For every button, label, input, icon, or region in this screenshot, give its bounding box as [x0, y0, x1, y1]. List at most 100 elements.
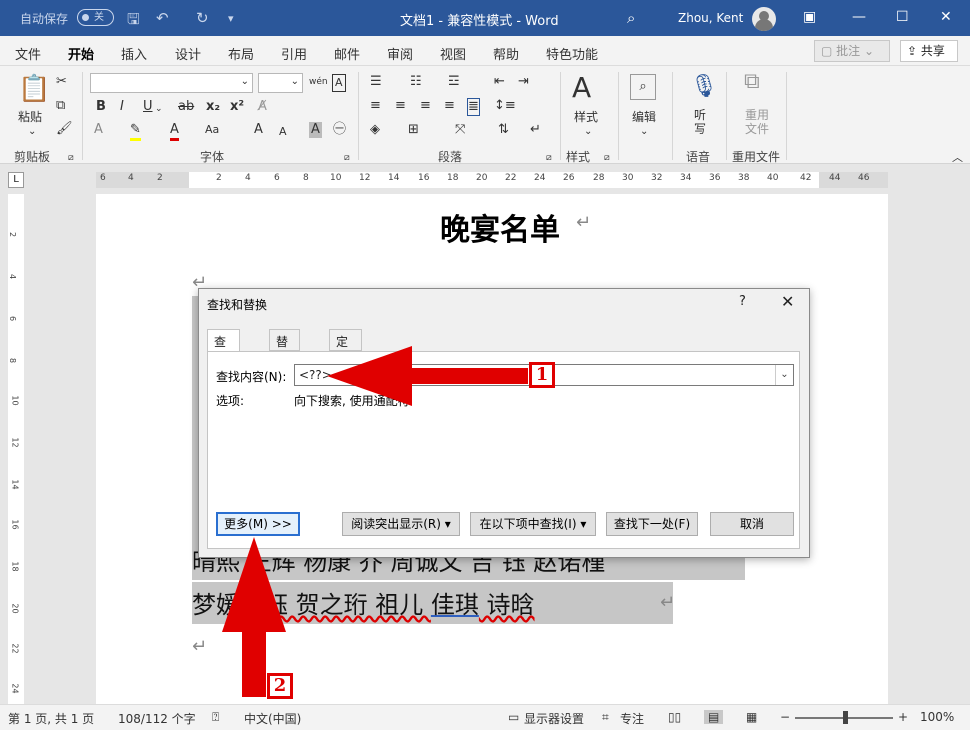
underline-dropdown-icon[interactable]: ⌄	[155, 101, 163, 117]
zoom-slider-thumb[interactable]	[843, 711, 848, 724]
tab-selector[interactable]: L	[8, 172, 24, 188]
undo-icon[interactable]: ↶	[156, 9, 169, 27]
subscript-button[interactable]: x₂	[206, 99, 220, 115]
close-icon[interactable]: ✕	[940, 9, 952, 25]
styles-dropdown-icon[interactable]: ⌄	[584, 124, 592, 140]
distributed-icon[interactable]: ≣	[467, 98, 480, 116]
decrease-indent-icon[interactable]: ⇤	[494, 74, 505, 90]
character-border-icon[interactable]: A	[332, 74, 346, 92]
comment-button[interactable]: ▢ 批注 ⌄	[814, 40, 890, 62]
paste-icon[interactable]: 📋	[18, 74, 50, 104]
clear-formatting-icon[interactable]: A̸	[258, 99, 267, 115]
focus-label[interactable]: 专注	[620, 710, 644, 727]
tab-find[interactable]: 查找(D)	[207, 329, 240, 381]
zoom-in-icon[interactable]: +	[898, 710, 908, 724]
show-marks-icon[interactable]: ↵	[530, 122, 541, 138]
reuse-files-label[interactable]: 重用文件	[744, 108, 770, 136]
reading-highlight-button[interactable]: 阅读突出显示(R) ▾	[342, 512, 460, 536]
display-settings-label[interactable]: 显示器设置	[524, 710, 584, 727]
edit-dropdown-icon[interactable]: ⌄	[640, 124, 648, 140]
user-name[interactable]: Zhou, Kent	[678, 11, 743, 25]
zoom-out-icon[interactable]: −	[780, 710, 790, 724]
dialog-close-button[interactable]: ✕	[781, 292, 794, 311]
word-count[interactable]: 108/112 个字	[118, 710, 196, 727]
page-count[interactable]: 第 1 页, 共 1 页	[8, 710, 94, 727]
dictate-label[interactable]: 听写	[693, 108, 707, 136]
microphone-icon[interactable]: 🎙	[690, 72, 718, 102]
grow-font-button[interactable]: A	[254, 122, 263, 138]
bullets-icon[interactable]: ☰	[370, 74, 382, 90]
more-button[interactable]: 更多(M) >>	[216, 512, 300, 536]
tab-references[interactable]: 引用	[281, 44, 307, 63]
shading-icon[interactable]: ◈	[370, 122, 380, 138]
borders-icon[interactable]: ⊞	[408, 122, 419, 138]
tab-review[interactable]: 审阅	[387, 44, 413, 63]
shrink-font-button[interactable]: A	[279, 124, 287, 140]
tab-layout[interactable]: 布局	[228, 44, 254, 63]
highlight-icon[interactable]: ✎	[130, 122, 141, 141]
paste-dropdown-icon[interactable]: ⌄	[28, 124, 36, 140]
tab-design[interactable]: 设计	[175, 44, 201, 63]
numbering-icon[interactable]: ☷	[410, 74, 422, 90]
text-effects-icon[interactable]: A	[94, 122, 103, 138]
horizontal-ruler[interactable]: 6 4 2 2 4 6 8 10 12 14 16 18 20 22 24 26…	[96, 172, 888, 188]
increase-indent-icon[interactable]: ⇥	[518, 74, 529, 90]
web-layout-icon[interactable]: ▦	[746, 710, 757, 724]
cut-icon[interactable]: ✂	[56, 74, 67, 90]
search-icon[interactable]: ⌕	[627, 9, 635, 27]
change-case-icon[interactable]: Aa	[205, 122, 219, 138]
multilevel-list-icon[interactable]: ☲	[448, 74, 460, 90]
customize-toolbar-icon[interactable]: ▾	[228, 12, 234, 25]
superscript-button[interactable]: x²	[230, 99, 244, 115]
save-icon[interactable]: 🖫	[127, 9, 140, 34]
align-left-icon[interactable]: ≡	[370, 98, 381, 114]
read-mode-icon[interactable]: ▯▯	[668, 710, 681, 724]
tab-file[interactable]: 文件	[15, 44, 41, 63]
focus-icon[interactable]: ⌗	[602, 710, 609, 725]
print-layout-icon[interactable]: ▤	[704, 710, 724, 724]
font-name-select[interactable]: ⌄	[90, 73, 253, 93]
font-color-icon[interactable]: A	[170, 122, 179, 141]
tab-goto[interactable]: 定位(G)	[329, 329, 362, 381]
reuse-files-icon[interactable]: ⧉	[744, 71, 760, 93]
enclose-characters-icon[interactable]: ㊀	[333, 122, 346, 138]
document-title-text[interactable]: 晚宴名单	[440, 205, 560, 249]
tab-home[interactable]: 开始	[68, 44, 95, 71]
proofing-icon[interactable]: ⍰	[212, 710, 219, 725]
styles-icon[interactable]: A	[572, 72, 591, 104]
find-icon[interactable]: ⌕	[630, 74, 656, 100]
tab-replace[interactable]: 替换(P)	[269, 329, 300, 381]
zoom-level[interactable]: 100%	[920, 710, 954, 724]
maximize-icon[interactable]: ☐	[896, 9, 909, 25]
phonetic-guide-icon[interactable]: wén	[309, 74, 328, 90]
strikethrough-button[interactable]: ab	[178, 99, 194, 115]
avatar[interactable]	[752, 7, 776, 31]
help-button[interactable]: ?	[739, 294, 746, 309]
bold-button[interactable]: B	[96, 99, 106, 115]
find-next-button[interactable]: 查找下一处(F)	[606, 512, 698, 536]
redo-icon[interactable]: ↻	[196, 9, 209, 27]
align-right-icon[interactable]: ≡	[420, 98, 431, 114]
language-indicator[interactable]: 中文(中国)	[244, 710, 301, 727]
name-line[interactable]: 梦媛涵钰 贺之珩 祖儿 佳琪 诗晗	[192, 585, 535, 620]
format-painter-icon[interactable]: 🖌	[56, 121, 73, 137]
edit-label[interactable]: 编辑	[632, 108, 656, 125]
vertical-ruler[interactable]: 2 4 6 8 10 12 14 16 18 20 22 24	[8, 194, 24, 704]
tab-special-features[interactable]: 特色功能	[546, 44, 598, 63]
copy-icon[interactable]: ⧉	[56, 98, 65, 114]
tab-view[interactable]: 视图	[440, 44, 466, 63]
ribbon-display-icon[interactable]: ▣	[803, 9, 816, 25]
chevron-down-icon[interactable]: ⌄	[775, 365, 793, 385]
asian-layout-icon[interactable]: ⤧	[455, 122, 465, 138]
align-center-icon[interactable]: ≡	[395, 98, 406, 114]
font-size-select[interactable]: ⌄	[258, 73, 303, 93]
minimize-icon[interactable]: —	[852, 9, 866, 25]
tab-mailings[interactable]: 邮件	[334, 44, 360, 63]
tab-help[interactable]: 帮助	[493, 44, 519, 63]
cancel-button[interactable]: 取消	[710, 512, 794, 536]
line-spacing-icon[interactable]: ↕≡	[494, 98, 516, 114]
character-shading-icon[interactable]: A	[309, 122, 322, 138]
underline-button[interactable]: U	[143, 99, 153, 115]
autosave-toggle[interactable]: 关	[77, 9, 114, 26]
display-settings-icon[interactable]: ▭	[508, 710, 519, 724]
